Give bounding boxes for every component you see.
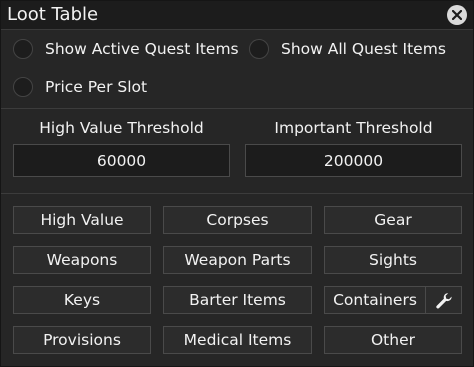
show-all-quest-items-radio[interactable] — [249, 39, 269, 59]
divider — [1, 193, 473, 194]
close-button[interactable] — [447, 5, 467, 25]
divider — [1, 108, 473, 109]
category-medical-items-button[interactable]: Medical Items — [163, 326, 312, 354]
category-other-button[interactable]: Other — [324, 326, 462, 354]
price-per-slot-radio[interactable] — [13, 77, 33, 97]
category-containers-button[interactable]: Containers — [324, 286, 426, 314]
category-provisions-button[interactable]: Provisions — [13, 326, 151, 354]
category-barter-items-button[interactable]: Barter Items — [163, 286, 312, 314]
close-icon — [452, 10, 462, 20]
title-bar[interactable]: Loot Table — [1, 1, 473, 30]
wrench-icon — [436, 293, 452, 309]
category-keys-button[interactable]: Keys — [13, 286, 151, 314]
containers-settings-button[interactable] — [426, 286, 462, 314]
price-per-slot-option[interactable]: Price Per Slot — [13, 77, 147, 97]
window-title: Loot Table — [7, 4, 99, 25]
category-sights-button[interactable]: Sights — [324, 246, 462, 274]
category-gear-button[interactable]: Gear — [324, 206, 462, 234]
category-weapons-button[interactable]: Weapons — [13, 246, 151, 274]
price-per-slot-label: Price Per Slot — [45, 78, 148, 96]
show-active-quest-items-option[interactable]: Show Active Quest Items — [13, 39, 239, 59]
category-corpses-button[interactable]: Corpses — [163, 206, 312, 234]
category-high-value-button[interactable]: High Value — [13, 206, 151, 234]
show-all-quest-items-option[interactable]: Show All Quest Items — [249, 39, 446, 59]
show-active-quest-items-radio[interactable] — [13, 39, 33, 59]
high-value-threshold-input[interactable] — [13, 144, 230, 177]
show-all-quest-items-label: Show All Quest Items — [281, 40, 446, 58]
important-threshold-label: Important Threshold — [274, 119, 433, 137]
show-active-quest-items-label: Show Active Quest Items — [45, 40, 239, 58]
important-threshold-input[interactable] — [245, 144, 462, 177]
category-weapon-parts-button[interactable]: Weapon Parts — [163, 246, 312, 274]
loot-table-window: Loot Table Show Active Quest Items Show … — [0, 0, 474, 367]
high-value-threshold-label: High Value Threshold — [39, 119, 204, 137]
